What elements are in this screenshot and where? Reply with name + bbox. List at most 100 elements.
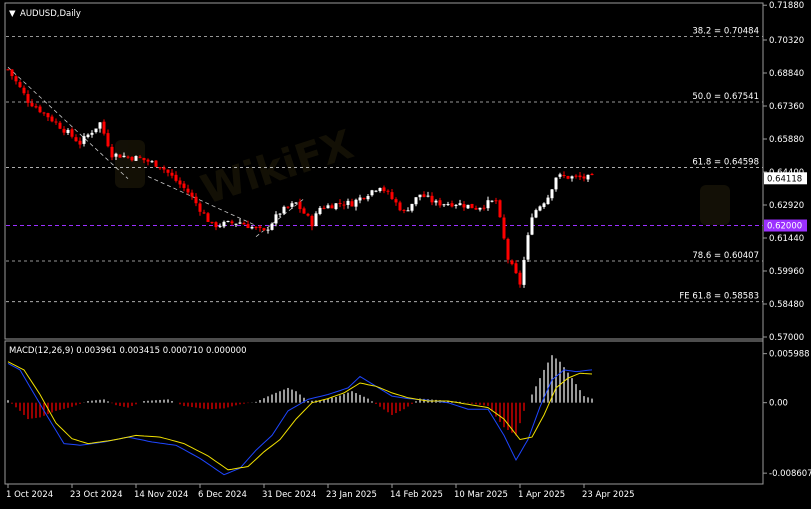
candle-bear: [286, 206, 290, 208]
candle-bear: [118, 154, 122, 158]
price-tick-label: 0.67360: [769, 102, 804, 112]
candle-bear: [102, 121, 106, 134]
candle-bear: [166, 169, 170, 173]
time-tick-label: 23 Oct 2024: [70, 490, 123, 500]
candle-bull: [454, 204, 458, 206]
candle-bear: [390, 192, 394, 199]
candle-bear: [322, 207, 326, 209]
candle-bear: [590, 173, 594, 176]
macd-tick-label: 0.005988: [769, 350, 810, 360]
candle-bull: [374, 190, 378, 192]
candle-bear: [46, 113, 50, 118]
candle-bear: [502, 217, 506, 239]
candle-bear: [142, 157, 146, 161]
candle-bear: [382, 187, 386, 192]
candle-bull: [134, 156, 138, 161]
candle-bear: [154, 160, 158, 167]
time-tick-label: 14 Feb 2025: [390, 490, 443, 500]
candle-bull: [358, 197, 362, 201]
candle-bear: [254, 226, 258, 228]
candle-bear: [402, 209, 406, 211]
candle-bull: [150, 161, 154, 163]
candle-bull: [278, 213, 282, 215]
macd-tick-label: -0.008607: [769, 469, 811, 479]
candle-bull: [218, 225, 222, 227]
candle-bear: [74, 137, 78, 142]
candle-bull: [86, 134, 90, 137]
candle-bear: [350, 201, 354, 207]
chart-symbol-caret[interactable]: ▼: [9, 9, 16, 19]
candle-bear: [258, 226, 262, 228]
fib-level-label: 78.6 = 0.60407: [692, 251, 759, 261]
candle-bull: [66, 129, 70, 133]
candle-bull: [478, 207, 482, 210]
candle-bear: [386, 190, 390, 192]
candle-bear: [574, 175, 578, 177]
candle-bear: [110, 146, 114, 158]
candle-bear: [146, 159, 150, 162]
fib-level-label: 61.8 = 0.64598: [692, 158, 759, 168]
candle-bull: [534, 210, 538, 218]
candle-bear: [210, 221, 214, 223]
candle-bull: [274, 214, 278, 224]
candle-bull: [122, 155, 126, 158]
candle-bear: [242, 222, 246, 225]
fib-level-label: 38.2 = 0.70484: [692, 26, 759, 36]
time-tick-label: 6 Dec 2024: [198, 490, 247, 500]
candle-bull: [294, 202, 298, 204]
candle-bear: [298, 201, 302, 210]
candle-bear: [462, 204, 466, 208]
candle-bear: [182, 183, 186, 188]
candle-bull: [114, 153, 118, 157]
candle-bull: [446, 204, 450, 206]
candle-bull: [354, 199, 358, 207]
price-tick-label: 0.62920: [769, 201, 804, 211]
candle-bear: [430, 195, 434, 203]
fib-level-label: FE 61.8 = 0.58583: [679, 292, 759, 302]
candle-bull: [226, 220, 230, 222]
candle-bull: [238, 222, 242, 224]
candle-bull: [466, 204, 470, 209]
candle-bear: [566, 175, 570, 179]
candle-bear: [518, 272, 522, 285]
candle-bear: [422, 194, 426, 198]
candle-bear: [78, 140, 82, 145]
candle-bear: [30, 102, 34, 107]
candle-bear: [126, 156, 130, 158]
candle-bull: [346, 200, 350, 205]
candle-bull: [90, 132, 94, 135]
candle-bull: [282, 206, 286, 214]
price-tick-label: 0.64400: [769, 168, 804, 178]
candle-bull: [526, 235, 530, 260]
wikifx-watermark: WikiFX: [115, 122, 730, 225]
candle-bull: [434, 200, 438, 203]
candle-bull: [270, 223, 274, 230]
candle-bull: [414, 197, 418, 205]
candle-bear: [330, 205, 334, 209]
candle-bear: [22, 87, 26, 94]
candle-bear: [174, 174, 178, 181]
candle-bull: [442, 204, 446, 206]
candle-bear: [206, 213, 210, 222]
candle-bear: [262, 228, 266, 231]
candle-bear: [362, 197, 366, 199]
time-tick-label: 1 Apr 2025: [518, 490, 565, 500]
candle-bull: [98, 122, 102, 129]
candle-bull: [234, 223, 238, 225]
candle-bear: [138, 156, 142, 158]
candle-bear: [246, 224, 250, 229]
candle-bull: [426, 195, 430, 197]
candle-bull: [410, 203, 414, 211]
candle-bear: [506, 238, 510, 260]
candle-bear: [514, 263, 518, 274]
candle-bear: [54, 121, 58, 123]
candle-bear: [186, 188, 190, 193]
candle-bull: [546, 197, 550, 205]
candle-bear: [482, 207, 486, 209]
candle-bull: [558, 174, 562, 177]
candle-bull: [530, 217, 534, 235]
candle-bear: [198, 203, 202, 212]
candle-bear: [202, 212, 206, 214]
fib-level-label: 50.0 = 0.67541: [692, 92, 759, 102]
candle-bear: [438, 200, 442, 206]
